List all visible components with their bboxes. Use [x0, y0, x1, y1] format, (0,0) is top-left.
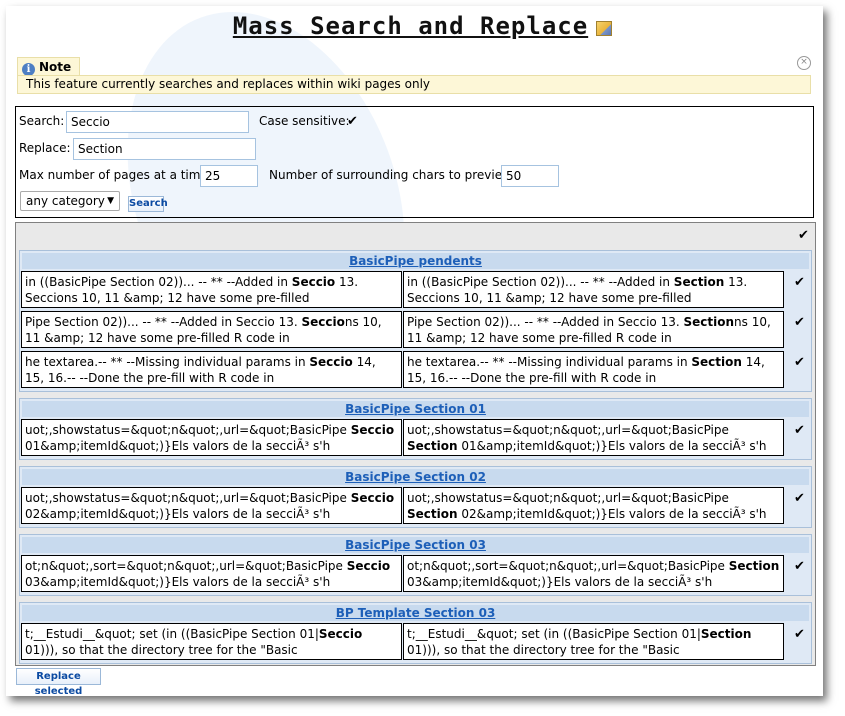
context-text: he textarea.-- ** --Missing individual p… — [407, 355, 692, 369]
note-heading-label: Note — [39, 60, 72, 74]
match-highlight: Section — [673, 275, 725, 289]
result-group-header: BP Template Section 03 — [22, 605, 809, 621]
match-highlight: Section — [700, 627, 752, 641]
preview-before: in ((BasicPipe Section 02))... -- ** --A… — [21, 271, 402, 308]
edit-icon[interactable] — [596, 21, 613, 36]
page-link[interactable]: BasicPipe Section 02 — [345, 470, 486, 484]
max-pages-label: Max number of pages at a time: — [19, 168, 212, 182]
page-title-bar: Mass Search and Replace — [0, 12, 845, 40]
page-link[interactable]: BasicPipe pendents — [349, 254, 482, 268]
match-highlight: Section — [683, 315, 735, 329]
result-group: BasicPipe pendents in ((BasicPipe Section… — [19, 250, 812, 392]
context-text: t;__Estudi__&quot; set (in ((BasicPipe S… — [25, 627, 319, 641]
row-checkbox[interactable]: ✔ — [794, 491, 805, 506]
chevron-down-icon: ▼ — [107, 196, 114, 206]
preview-before: uot;,showstatus=&quot;n&quot;,url=&quot;… — [21, 419, 402, 456]
context-text: Pipe Section 02))... -- ** --Added in Se… — [407, 315, 684, 329]
context-text: 01))), so that the directory tree for th… — [25, 643, 298, 657]
preview-before: t;__Estudi__&quot; set (in ((BasicPipe S… — [21, 623, 402, 660]
context-text: 01&amp;itemId&quot;)}Els valors de la se… — [25, 439, 331, 453]
row-checkbox[interactable]: ✔ — [794, 627, 805, 642]
search-input[interactable]: Seccio — [66, 111, 249, 133]
result-group: BasicPipe Section 02 uot;,showstatus=&quo… — [19, 466, 812, 528]
close-icon[interactable]: × — [797, 56, 811, 70]
replace-input[interactable]: Section — [73, 138, 256, 160]
row-checkbox[interactable]: ✔ — [794, 423, 805, 438]
result-group-header: BasicPipe Section 01 — [22, 401, 809, 417]
row-checkbox[interactable]: ✔ — [794, 355, 805, 370]
context-text: in ((BasicPipe Section 02))... -- ** --A… — [25, 275, 292, 289]
row-checkbox[interactable]: ✔ — [794, 275, 805, 290]
match-highlight: Section — [407, 507, 458, 521]
context-text: uot;,showstatus=&quot;n&quot;,url=&quot;… — [25, 423, 351, 437]
page-link[interactable]: BP Template Section 03 — [336, 606, 496, 620]
preview-before: uot;,showstatus=&quot;n&quot;,url=&quot;… — [21, 487, 402, 524]
preview-before: Pipe Section 02))... -- ** --Added in Se… — [21, 311, 402, 348]
replace-selected-button[interactable]: Replace selected — [16, 668, 101, 697]
match-highlight: Seccio — [350, 423, 395, 437]
match-highlight: Seccio — [350, 491, 395, 505]
context-text: he textarea.-- ** --Missing individual p… — [25, 355, 310, 369]
search-button[interactable]: Search — [128, 196, 168, 212]
category-select-value: any category — [26, 194, 105, 208]
context-text: 01&amp;itemId&quot;)}Els valors de la se… — [457, 439, 767, 453]
category-select[interactable]: any category ▼ — [20, 191, 120, 211]
context-text: t;__Estudi__&quot; set (in ((BasicPipe S… — [407, 627, 701, 641]
context-text: 03&amp;itemId&quot;)}Els valors de la se… — [25, 575, 331, 589]
match-highlight: Seccio — [301, 315, 345, 329]
page-title: Mass Search and Replace — [232, 12, 589, 40]
match-highlight: Seccio — [291, 275, 336, 289]
replace-label: Replace: — [19, 141, 71, 155]
result-group-header: BasicPipe Section 03 — [22, 537, 809, 553]
match-highlight: Seccio — [346, 559, 391, 573]
context-text: 01))), so that the directory tree for th… — [407, 643, 680, 657]
preview-after: Pipe Section 02))... -- ** --Added in Se… — [403, 311, 784, 348]
surround-chars-input[interactable]: 50 — [501, 165, 559, 187]
page-link[interactable]: BasicPipe Section 01 — [345, 402, 486, 416]
surround-chars-label: Number of surrounding chars to preview: — [269, 168, 516, 182]
preview-before: ot;n&quot;,sort=&quot;n&quot;,url=&quot;… — [21, 555, 402, 592]
preview-after: t;__Estudi__&quot; set (in ((BasicPipe S… — [403, 623, 784, 660]
case-sensitive-label: Case sensitive: — [259, 114, 350, 128]
select-all-checkbox[interactable]: ✔ — [798, 228, 809, 243]
match-highlight: Section — [728, 559, 780, 573]
preview-after: he textarea.-- ** --Missing individual p… — [403, 351, 784, 388]
preview-before: he textarea.-- ** --Missing individual p… — [21, 351, 402, 388]
result-group: BasicPipe Section 03 ot;n&quot;,sort=&quo… — [19, 534, 812, 596]
preview-after: in ((BasicPipe Section 02))... -- ** --A… — [403, 271, 784, 308]
context-text: Pipe Section 02))... -- ** --Added in Se… — [25, 315, 302, 329]
match-highlight: Section — [407, 439, 458, 453]
context-text: uot;,showstatus=&quot;n&quot;,url=&quot;… — [407, 423, 729, 437]
context-text: uot;,showstatus=&quot;n&quot;,url=&quot;… — [25, 491, 351, 505]
match-highlight: Seccio — [309, 355, 353, 369]
note-text: This feature currently searches and repl… — [17, 75, 811, 94]
context-text: uot;,showstatus=&quot;n&quot;,url=&quot;… — [407, 491, 729, 505]
search-label: Search: — [19, 114, 65, 128]
result-group-header: BasicPipe Section 02 — [22, 469, 809, 485]
result-group-header: BasicPipe pendents — [22, 253, 809, 269]
context-text: 02&amp;itemId&quot;)}Els valors de la se… — [25, 507, 331, 521]
context-text: ot;n&quot;,sort=&quot;n&quot;,url=&quot;… — [25, 559, 347, 573]
context-text: ot;n&quot;,sort=&quot;n&quot;,url=&quot;… — [407, 559, 729, 573]
page-link[interactable]: BasicPipe Section 03 — [345, 538, 486, 552]
case-sensitive-checkbox[interactable]: ✔ — [347, 114, 358, 129]
match-highlight: Seccio — [318, 627, 363, 641]
note-box: i Note This feature currently searches an… — [17, 57, 811, 95]
preview-after: uot;,showstatus=&quot;n&quot;,url=&quot;… — [403, 419, 784, 456]
context-text: 03&amp;itemId&quot;)}Els valors de la se… — [407, 575, 713, 589]
row-checkbox[interactable]: ✔ — [794, 559, 805, 574]
result-group: BP Template Section 03 t;__Estudi__&quot;… — [19, 602, 812, 664]
max-pages-input[interactable]: 25 — [200, 165, 258, 187]
match-highlight: Section — [691, 355, 742, 369]
result-group: BasicPipe Section 01 uot;,showstatus=&quo… — [19, 398, 812, 460]
context-text: 02&amp;itemId&quot;)}Els valors de la se… — [457, 507, 767, 521]
note-heading: i Note — [17, 57, 81, 76]
preview-after: uot;,showstatus=&quot;n&quot;,url=&quot;… — [403, 487, 784, 524]
row-checkbox[interactable]: ✔ — [794, 315, 805, 330]
context-text: in ((BasicPipe Section 02))... -- ** --A… — [407, 275, 674, 289]
preview-after: ot;n&quot;,sort=&quot;n&quot;,url=&quot;… — [403, 555, 784, 592]
